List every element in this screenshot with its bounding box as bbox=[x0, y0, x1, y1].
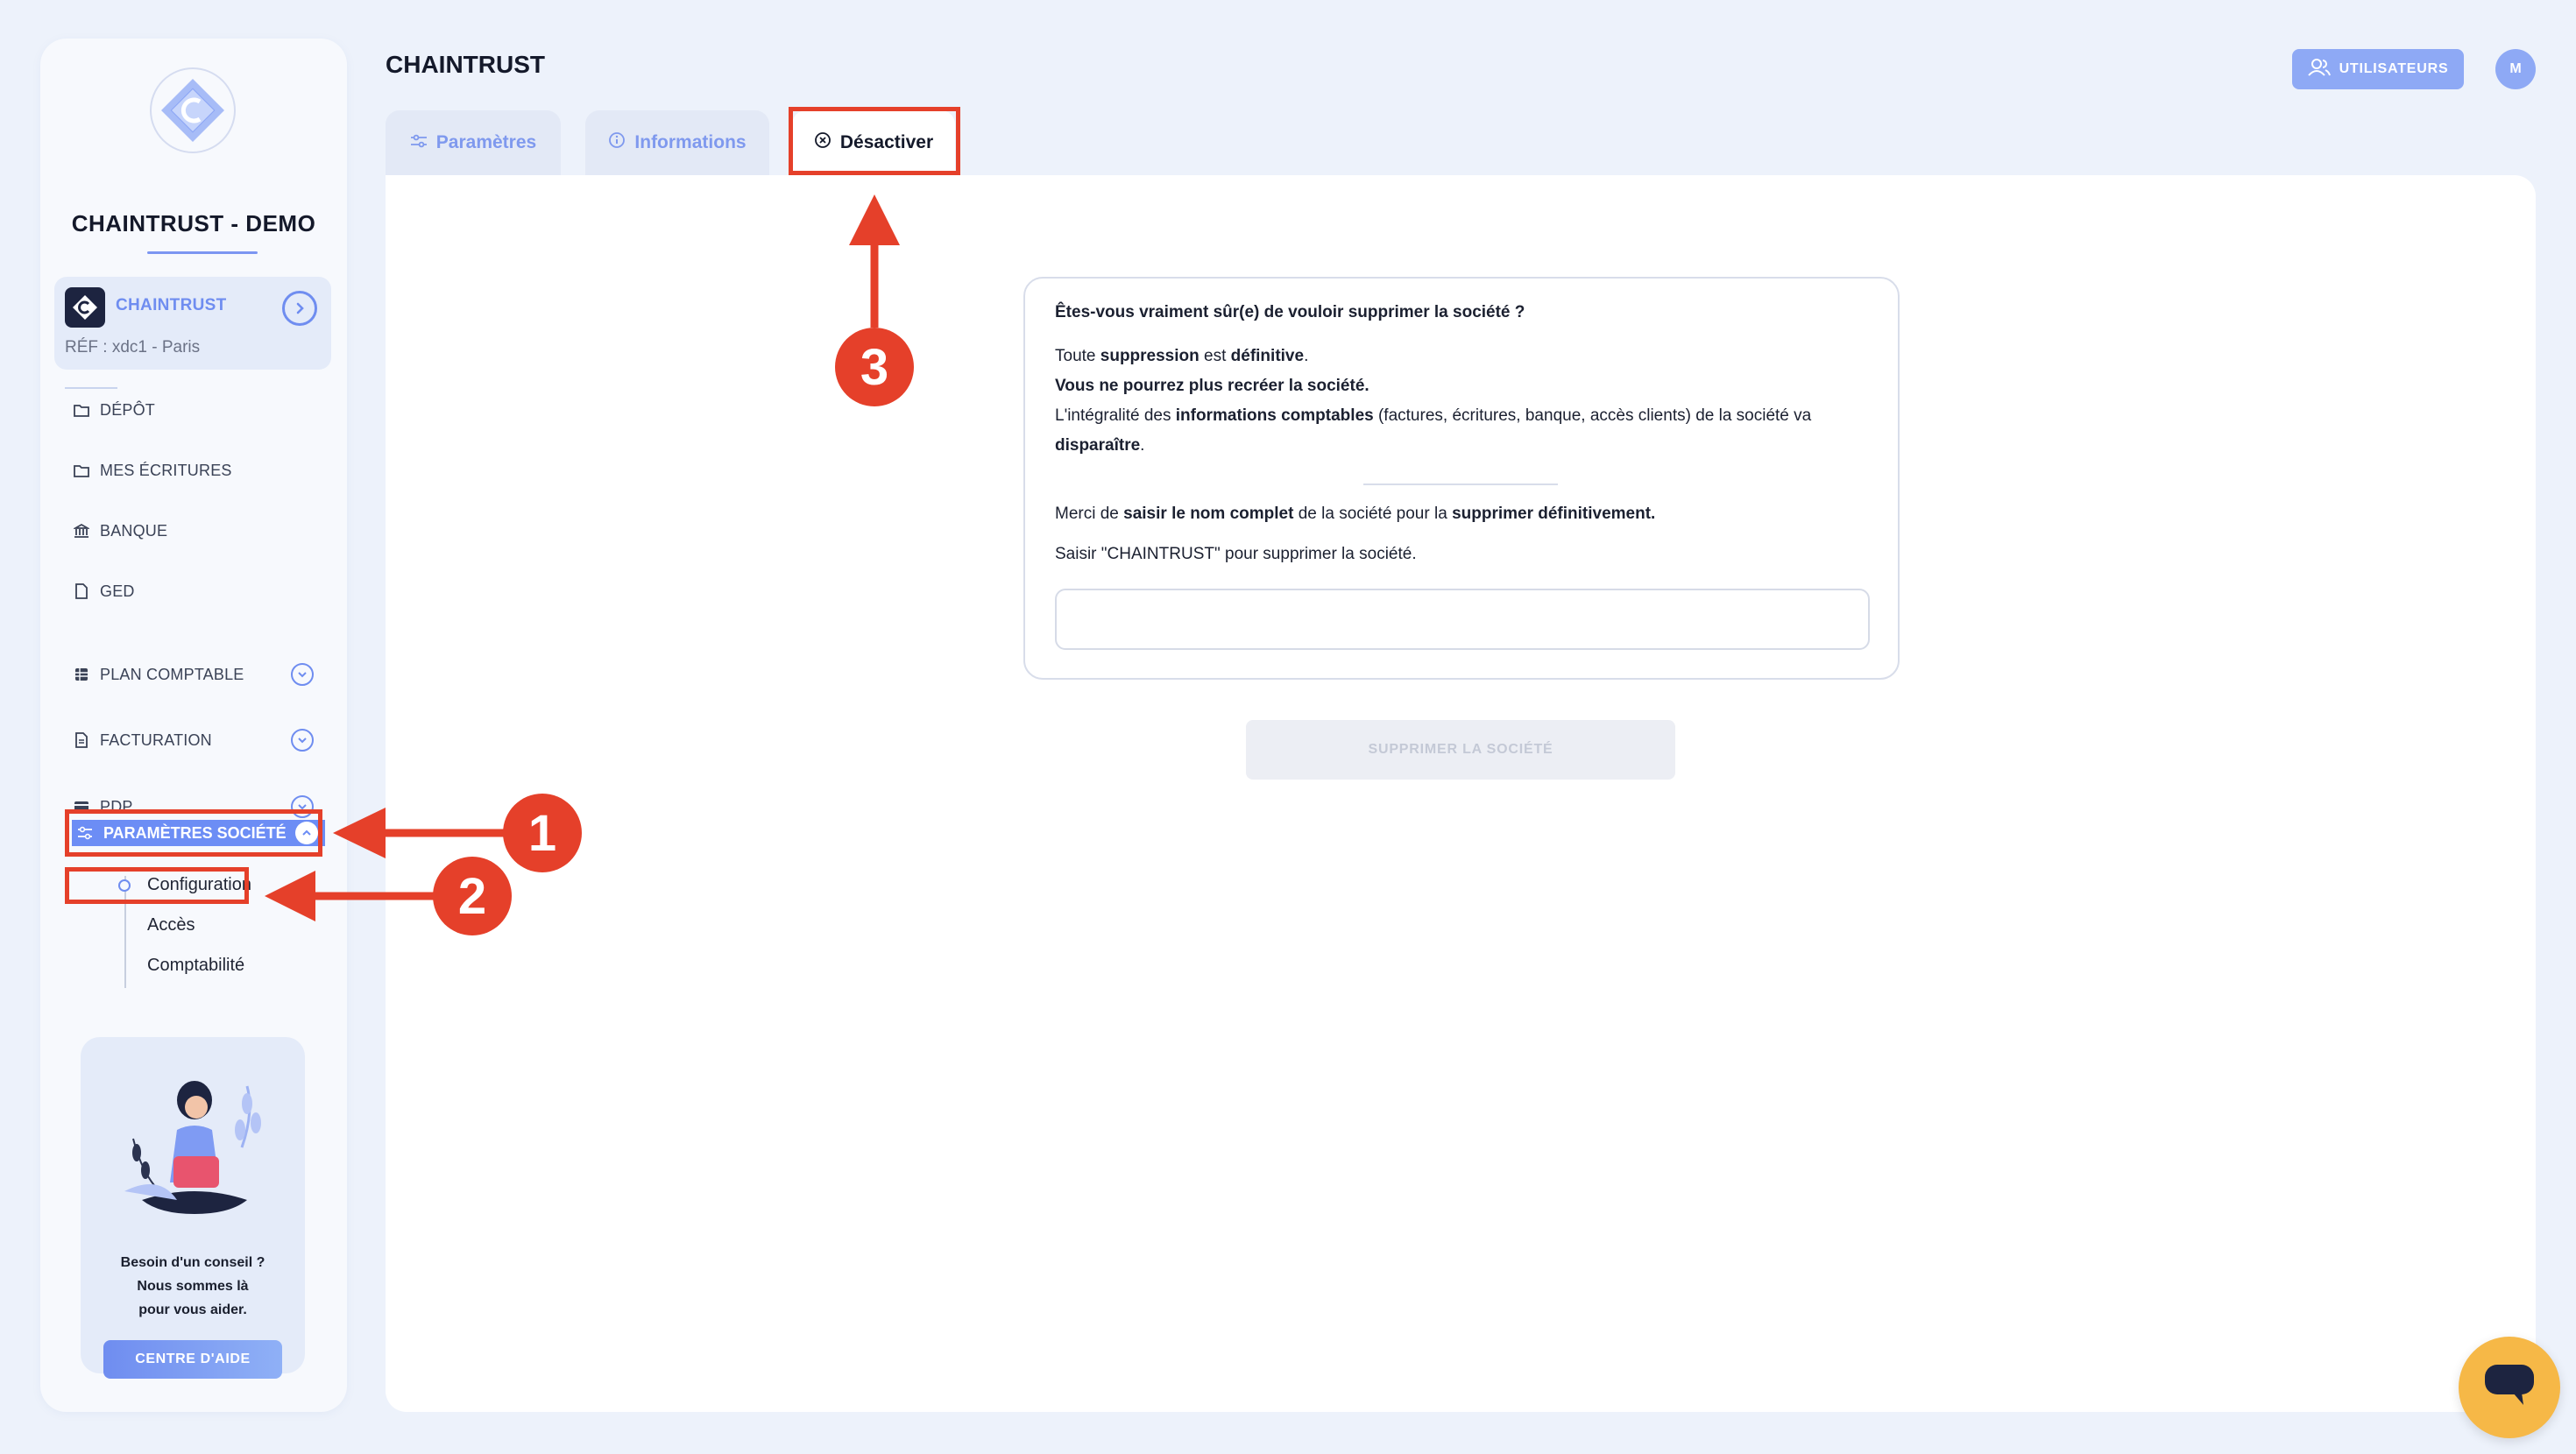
annotation-arrows bbox=[265, 194, 900, 921]
chat-button[interactable] bbox=[2459, 1337, 2560, 1438]
annotation-number-1: 1 bbox=[503, 794, 582, 872]
chat-icon bbox=[2483, 1363, 2536, 1413]
annotation-number-2: 2 bbox=[433, 857, 512, 935]
annotation-number-3: 3 bbox=[835, 328, 914, 406]
